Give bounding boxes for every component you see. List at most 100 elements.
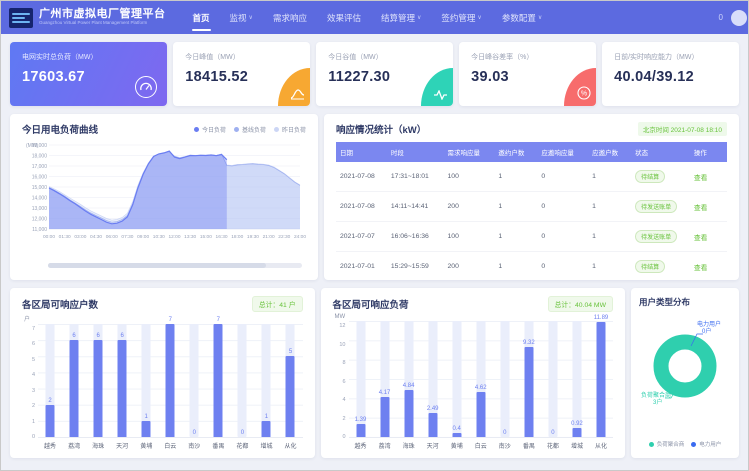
y-tick: 10 [339, 342, 345, 348]
bar-value-label: 4.62 [469, 385, 493, 391]
bar-plot: 26661707015 [38, 324, 303, 438]
kpi-row: 电网实时总负荷（MW） 17603.67 今日峰值（MW） 18415.52 今… [10, 42, 739, 106]
x-tick: 增城 [565, 441, 589, 450]
bar [452, 433, 461, 437]
chevron-down-icon: ∨ [477, 14, 481, 21]
view-link[interactable]: 查看 [694, 235, 708, 242]
bar-column-花都: 0 [230, 324, 254, 437]
bar-column-增城: 0.92 [565, 321, 589, 437]
nav-item-3[interactable]: 效果评估 [318, 1, 370, 34]
bar-column-从化: 5 [278, 324, 302, 437]
chart-zoom-scrollbar[interactable] [48, 263, 302, 268]
y-tick: 8 [342, 360, 345, 366]
bar [142, 421, 151, 437]
x-tick: 荔湾 [62, 441, 86, 450]
svg-text:24:00: 24:00 [294, 234, 306, 240]
bar-value-label: 7 [206, 317, 230, 323]
bar-column-白云: 4.62 [469, 321, 493, 437]
svg-text:15:00: 15:00 [200, 234, 212, 240]
bar-value-label: 4.17 [373, 390, 397, 396]
svg-text:01:30: 01:30 [59, 234, 71, 240]
legend-item-1[interactable]: 基线负荷 [234, 125, 266, 134]
table-cell: 2021-07-01 [336, 252, 387, 281]
bar [572, 428, 581, 437]
x-tick: 海珠 [397, 441, 421, 450]
chevron-down-icon: ∨ [249, 14, 253, 21]
table-cell: 1 [588, 192, 631, 222]
bar-track [548, 321, 557, 437]
svg-text:%: % [581, 91, 587, 98]
legend-item-0[interactable]: 今日负荷 [194, 125, 226, 134]
bar-track [190, 324, 199, 437]
y-tick: 6 [32, 341, 35, 347]
response-table-header: 日期时段需求响应量邀约户数应邀响应量应邀户数状态操作 [336, 142, 727, 162]
svg-text:09:00: 09:00 [137, 234, 149, 240]
district-users-title: 各区局可响应户数 [22, 297, 98, 311]
kpi-label: 今日峰谷差率（%） [471, 52, 584, 62]
y-tick: 0 [342, 434, 345, 440]
nav-item-4[interactable]: 结算管理∨ [372, 1, 430, 34]
status-badge: 待发送账单 [635, 200, 677, 213]
bar-value-label: 6 [62, 333, 86, 339]
svg-text:16,000: 16,000 [32, 174, 48, 180]
bar [46, 405, 55, 437]
col-header-0: 日期 [336, 142, 387, 162]
beijing-time-badge: 北京时间 2021-07-08 18:10 [638, 122, 727, 136]
col-header-7: 操作 [690, 142, 727, 162]
kpi-card-today-peak: 今日峰值（MW） 18415.52 [173, 42, 310, 106]
y-tick: 1 [32, 419, 35, 425]
kpi-label: 电网实时总负荷（MW） [22, 52, 155, 62]
legend-item-2[interactable]: 昨日负荷 [274, 125, 306, 134]
chevron-down-icon: ∨ [538, 14, 542, 21]
app-logo: 广州市虚拟电厂管理平台 Guangzhou Virtual Power Plan… [39, 9, 166, 25]
bar-value-label: 0 [493, 430, 517, 436]
legend-dot-icon [274, 127, 279, 132]
kpi-label: 今日峰值（MW） [185, 52, 298, 62]
table-cell: 100 [444, 222, 495, 252]
bar-value-label: 2 [38, 398, 62, 404]
nav-item-6[interactable]: 参数配置∨ [493, 1, 551, 34]
legend-item-0[interactable]: 负荷聚合商 [649, 440, 685, 448]
bar-column-从化: 11.89 [589, 321, 613, 437]
view-link[interactable]: 查看 [694, 175, 708, 182]
y-tick: 4 [32, 372, 35, 378]
bar-value-label: 4.84 [397, 383, 421, 389]
x-tick: 南沙 [182, 441, 206, 450]
middle-row: 今日用电负荷曲线 今日负荷基线负荷昨日负荷 (MW)11,00012,00013… [10, 114, 739, 280]
x-tick: 从化 [278, 441, 302, 450]
bar-column-越秀: 2 [38, 324, 62, 437]
x-tick: 南沙 [493, 441, 517, 450]
svg-text:17,000: 17,000 [32, 164, 48, 170]
nav-item-5[interactable]: 签约管理∨ [432, 1, 490, 34]
chart-zoom-handle[interactable] [48, 263, 266, 268]
svg-text:0户: 0户 [702, 327, 711, 335]
legend-dot-icon [194, 127, 199, 132]
nav-item-1[interactable]: 监视∨ [221, 1, 262, 34]
bar-column-海珠: 6 [86, 324, 110, 437]
bar-track [572, 321, 581, 437]
status-badge: 待结算 [635, 170, 665, 183]
y-tick: 6 [342, 379, 345, 385]
kpi-card-peak-valley-rate: 今日峰谷差率（%） 39.03 % [459, 42, 596, 106]
app-subtitle: Guangzhou Virtual Power Plant Management… [39, 21, 166, 26]
y-axis-ticks: 121086420 [333, 323, 349, 440]
table-row: 2021-07-0817:31~18:01100101待结算查看 [336, 162, 727, 192]
nav-item-0[interactable]: 首页 [184, 1, 219, 34]
load-curve-title: 今日用电负荷曲线 [22, 122, 98, 136]
bar-value-label: 2.49 [421, 406, 445, 412]
district-load-title: 各区局可响应负荷 [333, 297, 409, 311]
user-avatar[interactable] [731, 10, 747, 26]
table-cell: 1 [588, 222, 631, 252]
bar-value-label: 1.39 [349, 417, 373, 423]
svg-text:06:00: 06:00 [106, 234, 118, 240]
svg-text:04:30: 04:30 [90, 234, 102, 240]
view-link[interactable]: 查看 [694, 205, 708, 212]
view-link[interactable]: 查看 [694, 265, 708, 272]
svg-text:19,000: 19,000 [32, 143, 48, 149]
app-logo-icon [9, 8, 33, 28]
bar-value-label: 1 [254, 414, 278, 420]
legend-item-1[interactable]: 电力用户 [691, 440, 721, 448]
bar-column-越秀: 1.39 [349, 321, 373, 437]
kpi-label: 今日谷值（MW） [328, 52, 441, 62]
nav-item-2[interactable]: 需求响应 [264, 1, 316, 34]
